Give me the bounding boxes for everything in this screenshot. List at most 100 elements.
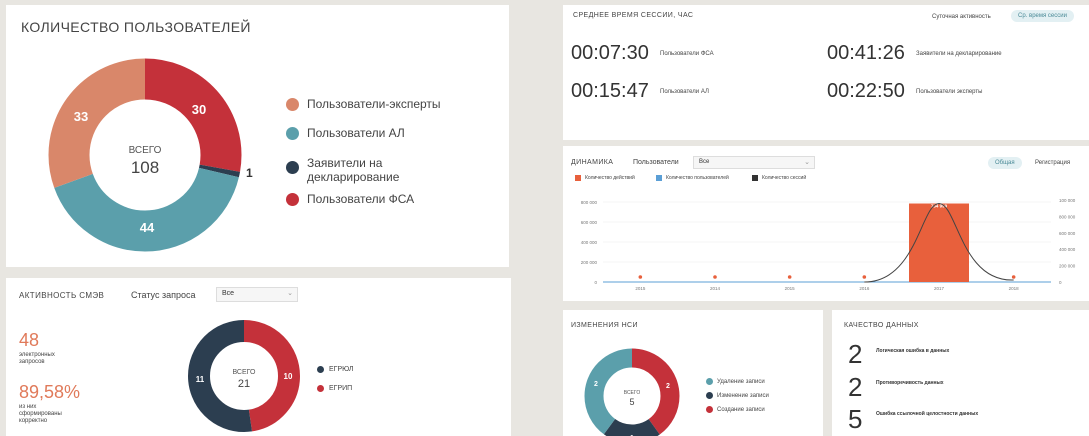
nsi-total-label: ВСЕГО (624, 390, 641, 396)
legend-item-create: Создание записи (706, 406, 765, 413)
y2-tick-label: 100 000 (1059, 198, 1076, 203)
legend-dot (317, 366, 324, 373)
legend-label-line1: Заявители на (307, 156, 383, 170)
legend-item-actions: Количество действий (575, 175, 635, 181)
legend-label: Количество пользователей (666, 175, 729, 181)
quality-value-logic: 2 (848, 339, 863, 369)
smev-title: АКТИВНОСТЬ СМЭВ (19, 291, 105, 300)
legend-label: Удаление записи (717, 378, 765, 385)
legend-label: ЕГРИП (329, 385, 353, 392)
caption-line: сформированы (19, 411, 62, 417)
y-tick-label: 200 000 (581, 260, 598, 265)
quality-card: КАЧЕСТВО ДАННЫХ 2 Логическая ошибка в да… (832, 310, 1089, 436)
nsi-total-value: 5 (629, 397, 634, 407)
smev-donut: ВСЕГО 21 11 10 (188, 320, 300, 432)
quality-label-contradiction: Противоречивость данных (876, 380, 944, 386)
legend-label: Количество действий (585, 175, 635, 181)
users-label-al: 44 (140, 220, 155, 235)
point-actions (787, 275, 792, 279)
smev-correct-caption: из них сформированы корректно (19, 404, 62, 425)
x-tick-label: 2016 (859, 286, 870, 291)
y-tick-label: 600 000 (581, 220, 598, 225)
x-tick-label: 2014 (710, 286, 721, 291)
smev-card: АКТИВНОСТЬ СМЭВ Статус запроса Все ⌄ 48 … (6, 278, 511, 436)
smev-status-select[interactable]: Все ⌄ (216, 287, 298, 302)
dynamics-card: ДИНАМИКА Пользователи Все ⌄ Общая Регист… (563, 146, 1089, 301)
legend-swatch (575, 175, 581, 181)
legend-label: Пользователи-эксперты (307, 97, 441, 111)
smev-correct-value: 89,58% (19, 382, 81, 402)
legend-item-egrul: ЕГРЮЛ (317, 366, 353, 373)
smev-label-egrul: 11 (196, 375, 205, 384)
session-label-fsa: Пользователи ФСА (660, 51, 714, 57)
y-tick-label: 800 000 (581, 200, 598, 205)
point-actions (1011, 275, 1016, 279)
legend-dot (706, 406, 713, 413)
smev-total-value: 21 (238, 378, 250, 390)
users-total-label: ВСЕГО (129, 145, 162, 156)
session-label-experts: Пользователи эксперты (916, 89, 983, 95)
x-tick-label: 2015 (785, 286, 796, 291)
nsi-label-add: 2 (666, 383, 670, 390)
users-card: КОЛИЧЕСТВО ПОЛЬЗОВАТЕЛЕЙ ВСЕГО 108 33 30… (6, 5, 509, 267)
select-value: Все (699, 159, 710, 165)
point-actions (638, 275, 643, 279)
y2-tick-label: 400 000 (1059, 247, 1076, 252)
smev-total-label: ВСЕГО (232, 369, 256, 376)
caption-line: электронных (19, 352, 55, 358)
users-label-fsa: 30 (192, 102, 206, 117)
select-value: Все (222, 290, 235, 297)
legend-label: Количество сессий (762, 175, 807, 181)
legend-label: Создание записи (717, 406, 765, 413)
session-time-al: 00:15:47 (571, 80, 649, 102)
dynamics-filter-label: Пользователи (633, 159, 679, 166)
legend-label: Изменение записи (717, 392, 769, 399)
tab-avg-session[interactable]: Ср. время сессии (1011, 10, 1074, 22)
y2-tick-label: 600 000 (1059, 231, 1076, 236)
legend-item-egrip: ЕГРИП (317, 385, 352, 392)
quality-label-logic: Логическая ошибка в данных (876, 348, 950, 354)
legend-label: Заявители на декларирование (307, 156, 399, 184)
session-time-declarants: 00:41:26 (827, 42, 905, 64)
legend-label: ЕГРЮЛ (329, 366, 354, 373)
x-tick-label: 2018 (1009, 286, 1020, 291)
session-label-declarants: Заявители на декларирование (916, 51, 1002, 57)
caption-line: запросов (19, 359, 45, 365)
dynamics-chart: 0 200 000 400 000 600 000 800 000 0 200 000 400… (581, 198, 1076, 291)
legend-item-sessions: Количество сессий (752, 175, 806, 181)
legend-dot (317, 385, 324, 392)
smev-label-egrip: 10 (284, 372, 293, 381)
bar-actions (909, 203, 969, 282)
point-actions (713, 275, 717, 279)
users-label-experts: 33 (74, 109, 88, 124)
nsi-title: ИЗМЕНЕНИЯ НСИ (571, 322, 638, 329)
users-title: КОЛИЧЕСТВО ПОЛЬЗОВАТЕЛЕЙ (21, 19, 251, 35)
dynamics-title: ДИНАМИКА (571, 159, 614, 166)
quality-value-contradiction: 2 (848, 372, 863, 402)
nsi-label-del: 2 (594, 381, 598, 388)
y-tick-label: 0 (594, 280, 597, 285)
session-label-al: Пользователи АЛ (660, 89, 709, 95)
legend-item-al: Пользователи АЛ (286, 126, 405, 140)
session-time-experts: 00:22:50 (827, 80, 905, 102)
nsi-donut: ВСЕГО 5 2 2 1 (584, 348, 680, 436)
quality-label-integrity: Ошибка ссылочной целостности данных (876, 411, 979, 417)
users-donut: ВСЕГО 108 33 30 44 (48, 58, 242, 252)
legend-item-experts: Пользователи-эксперты (286, 97, 441, 111)
session-title: СРЕДНЕЕ ВРЕМЯ СЕССИИ, ЧАС (573, 12, 694, 19)
legend-dot (706, 378, 713, 385)
legend-dot (286, 97, 299, 111)
legend-item-declarants: Заявители на декларирование (286, 156, 399, 184)
smev-requests-caption: электронных запросов (19, 352, 55, 366)
legend-item-fsa: Пользователи ФСА (286, 192, 414, 206)
dynamics-users-select[interactable]: Все ⌄ (693, 156, 815, 169)
tab-general[interactable]: Общая (988, 157, 1022, 169)
legend-dot (286, 126, 299, 140)
tab-registration[interactable]: Регистрация (1035, 160, 1070, 166)
legend-dot (286, 161, 299, 174)
tab-daily-activity[interactable]: Суточная активность (932, 14, 991, 20)
caption-line: из них (19, 404, 37, 410)
quality-value-integrity: 5 (848, 404, 863, 434)
legend-dot (706, 392, 713, 399)
chevron-down-icon: ⌄ (804, 159, 810, 166)
